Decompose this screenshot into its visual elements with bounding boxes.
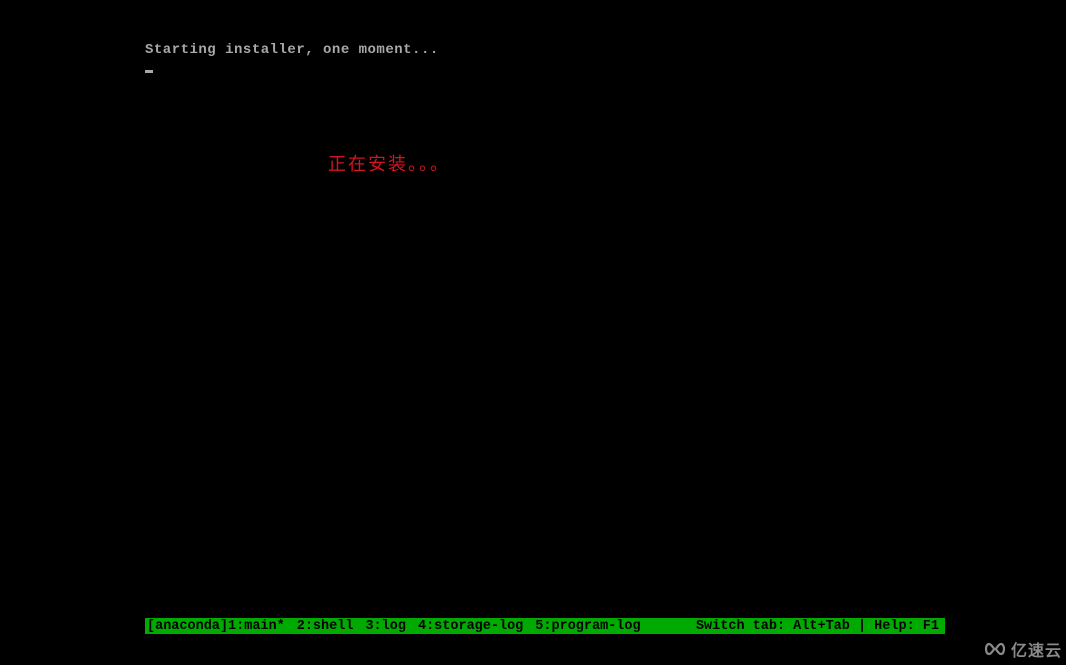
tab-log[interactable]: 3:log <box>365 619 406 634</box>
tab-program-log[interactable]: 5:program-log <box>535 619 640 634</box>
infinity-icon <box>983 640 1007 658</box>
tmux-status-bar: [anaconda] 1:main* 2:shell 3:log 4:stora… <box>145 618 945 634</box>
installer-status-line: Starting installer, one moment... <box>145 42 945 58</box>
terminal-output: Starting installer, one moment... <box>145 42 945 78</box>
cursor-icon <box>145 70 153 73</box>
watermark: 亿速云 <box>983 637 1062 661</box>
help-hint: Switch tab: Alt+Tab | Help: F1 <box>696 619 943 634</box>
cursor-line <box>145 62 945 78</box>
watermark-text: 亿速云 <box>1011 637 1062 661</box>
session-name: [anaconda] <box>147 619 228 634</box>
tab-storage-log[interactable]: 4:storage-log <box>418 619 523 634</box>
installing-annotation: 正在安装。。。 <box>328 150 450 176</box>
tab-main[interactable]: 1:main* <box>228 619 285 634</box>
tab-shell[interactable]: 2:shell <box>297 619 354 634</box>
